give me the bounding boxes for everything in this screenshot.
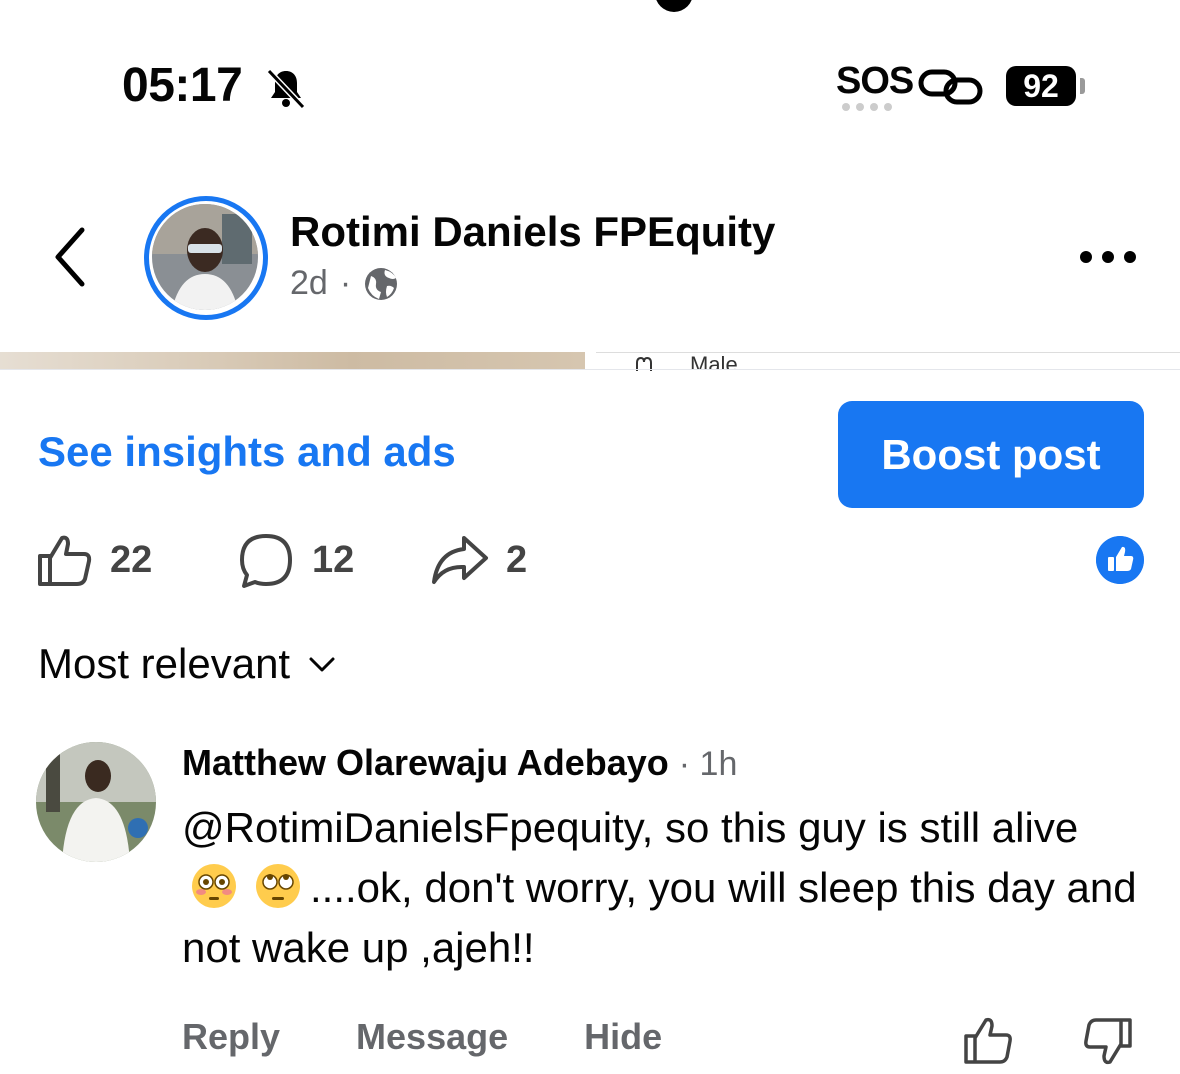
globe-icon	[365, 267, 398, 300]
comment-sort-dropdown[interactable]: Most relevant	[38, 640, 336, 688]
post-age: 2d	[290, 264, 328, 302]
camera-cutout	[655, 0, 693, 12]
comment-text-part2: ....ok, don't worry, you will sleep this…	[182, 864, 1137, 971]
comment-text: @RotimiDanielsFpequity, so this guy is s…	[182, 798, 1142, 978]
battery-cap	[1080, 78, 1085, 94]
status-time: 05:17	[122, 59, 243, 112]
comment-icon	[240, 534, 292, 588]
chevron-down-icon	[309, 657, 335, 672]
commenter-avatar[interactable]	[36, 742, 156, 862]
post-author-name[interactable]: Rotimi Daniels FPEquity	[290, 208, 775, 256]
like-action[interactable]: 22	[34, 530, 152, 590]
boost-post-button[interactable]: Boost post	[838, 401, 1144, 508]
comment-count: 12	[312, 538, 355, 581]
see-insights-link[interactable]: See insights and ads	[38, 428, 456, 476]
comment-text-part1: @RotimiDanielsFpequity, so this guy is s…	[182, 804, 1079, 851]
comment-header: Matthew Olarewaju Adebayo · 1h	[182, 742, 737, 784]
divider	[0, 369, 1180, 370]
signal-dots-icon	[842, 103, 892, 111]
media-caption: Male	[690, 352, 738, 370]
battery-indicator: 92	[1006, 66, 1076, 106]
share-action[interactable]: 2	[430, 530, 527, 590]
commenter-name[interactable]: Matthew Olarewaju Adebayo	[182, 742, 669, 784]
hide-button[interactable]: Hide	[584, 1016, 662, 1058]
post-media-image[interactable]	[0, 352, 585, 370]
back-chevron-icon[interactable]	[48, 224, 92, 290]
comment-actions: Reply Message Hide	[182, 1016, 662, 1058]
thumbs-up-icon[interactable]	[962, 1014, 1014, 1066]
satellite-link-icon	[918, 69, 983, 105]
like-icon	[38, 535, 92, 586]
bell-slash-icon	[266, 68, 306, 110]
comment-action[interactable]: 12	[236, 530, 354, 590]
share-icon	[432, 536, 488, 584]
meta-separator: ·	[339, 264, 352, 302]
sos-indicator: SOS	[836, 60, 914, 102]
message-button[interactable]: Message	[356, 1016, 508, 1058]
flushed-face-icon	[192, 864, 236, 908]
thumbs-down-icon[interactable]	[1082, 1016, 1134, 1068]
sort-label: Most relevant	[38, 640, 291, 687]
more-options-icon[interactable]	[1078, 250, 1138, 264]
author-avatar[interactable]	[152, 204, 258, 310]
face-with-rolling-eyes-icon	[256, 864, 300, 908]
comment-time: · 1h	[678, 745, 738, 783]
post-meta: 2d ·	[290, 264, 399, 303]
share-count: 2	[506, 538, 528, 581]
like-count: 22	[110, 538, 153, 581]
reply-button[interactable]: Reply	[182, 1016, 280, 1058]
like-reaction-badge-icon[interactable]	[1096, 536, 1144, 584]
